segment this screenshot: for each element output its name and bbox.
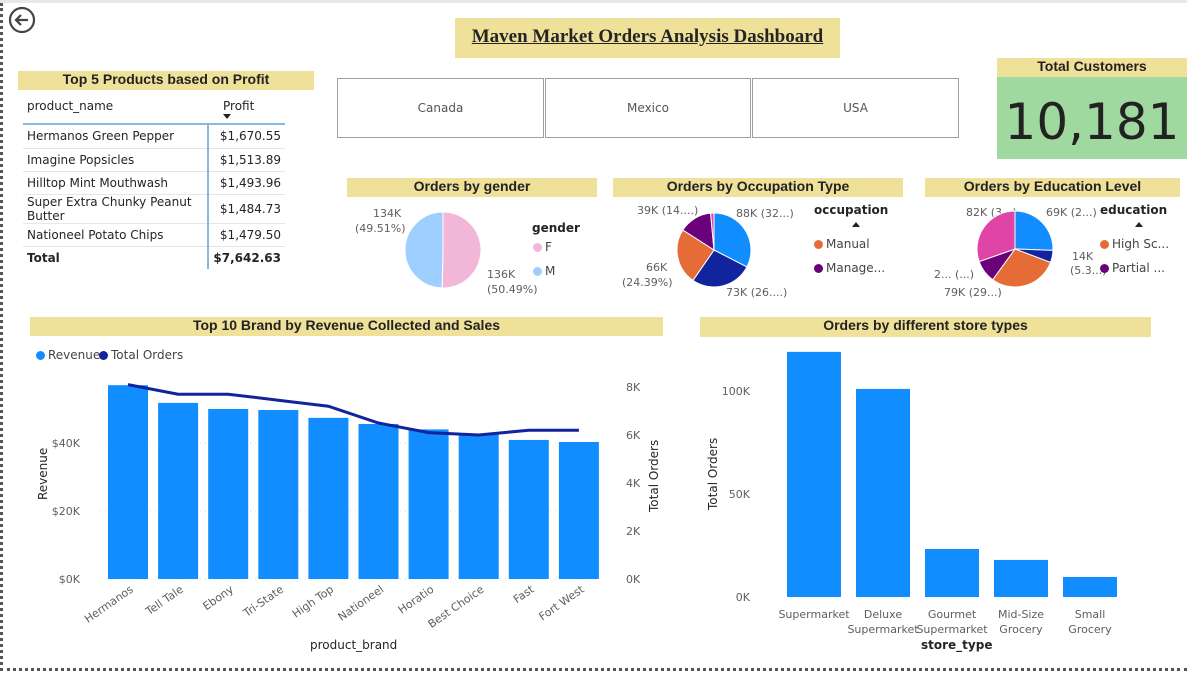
total-row: Total $7,642.63 [23, 246, 285, 269]
legend-label: Manual [826, 237, 870, 251]
occupation-legend-title: occupation [814, 203, 889, 217]
product-name-cell: Nationeel Potato Chips [23, 223, 209, 247]
slicer-usa[interactable]: USA [752, 78, 959, 138]
pie-label: 82K (3...) [966, 206, 1017, 219]
product-name-cell: Hermanos Green Pepper [23, 125, 209, 149]
brand-chart-title: Top 10 Brand by Revenue Collected and Sa… [30, 317, 663, 336]
pie-label: 14K [1072, 250, 1094, 263]
profit-cell: $1,670.55 [207, 125, 285, 149]
legend-label: High Sc... [1112, 237, 1170, 251]
pie-label: 39K (14....) [637, 204, 699, 217]
gender-legend-title: gender [532, 221, 580, 235]
legend-scroll-up-icon[interactable] [1135, 222, 1143, 227]
legend-dot-icon [814, 240, 823, 249]
total-customers-title: Total Customers [997, 58, 1187, 77]
pie-label: 136K [487, 268, 516, 281]
legend-f[interactable]: F [533, 240, 552, 254]
legend-manual[interactable]: Manual [814, 237, 870, 251]
profit-cell: $1,479.50 [207, 223, 285, 247]
education-pie-title: Orders by Education Level [925, 178, 1180, 197]
slicer-mexico[interactable]: Mexico [545, 78, 751, 138]
table-row[interactable]: Super Extra Chunky Peanut Butter $1,484.7… [23, 194, 285, 224]
legend-scroll-up-icon[interactable] [852, 222, 860, 227]
table-row[interactable]: Imagine Popsicles $1,513.89 [23, 148, 285, 172]
slicer-canada[interactable]: Canada [337, 78, 544, 138]
pie-label: 66K [646, 261, 668, 274]
pie-label: 79K (29...) [944, 286, 1002, 299]
sort-desc-icon [223, 114, 231, 119]
legend-label: Revenue [48, 348, 101, 362]
total-customers-value: 10,181 [997, 77, 1187, 159]
legend-revenue[interactable]: Revenue [36, 348, 100, 362]
profit-cell: $1,513.89 [207, 148, 285, 172]
pie-label: 69K (2...) [1046, 206, 1097, 219]
education-legend-title: education [1100, 203, 1168, 217]
legend-label: Manage... [826, 261, 886, 275]
legend-label: F [545, 240, 552, 254]
table-row[interactable]: Hilltop Mint Mouthwash $1,493.96 [23, 171, 285, 195]
pie-label: (24.39%) [622, 276, 673, 289]
legend-partial[interactable]: Partial ... [1100, 261, 1165, 275]
table-row[interactable]: Nationeel Potato Chips $1,479.50 [23, 223, 285, 247]
legend-dot-icon [36, 351, 45, 360]
top-products-table: Hermanos Green Pepper $1,670.55 Imagine Po… [23, 125, 285, 269]
pie-label: (50.49%) [487, 283, 538, 296]
legend-label: M [545, 264, 556, 278]
pie-label: 73K (26....) [726, 286, 788, 299]
col-product-name[interactable]: product_name [27, 99, 113, 113]
page-title: Maven Market Orders Analysis Dashboard [455, 18, 840, 58]
legend-dot-icon [1100, 240, 1109, 249]
total-value: $7,642.63 [207, 246, 285, 269]
legend-dot-icon [1100, 264, 1109, 273]
store-chart-title: Orders by different store types [700, 317, 1151, 337]
product-name-cell: Imagine Popsicles [23, 148, 209, 172]
product-name-cell: Hilltop Mint Mouthwash [23, 171, 209, 195]
occupation-pie-title: Orders by Occupation Type [613, 178, 903, 197]
legend-management[interactable]: Manage... [814, 261, 885, 275]
legend-dot-icon [533, 267, 542, 276]
legend-dot-icon [533, 243, 542, 252]
profit-cell: $1,493.96 [207, 171, 285, 195]
legend-dot-icon [814, 264, 823, 273]
pie-label: 2... (...) [934, 268, 975, 281]
pie-label: 88K (32...) [736, 207, 794, 220]
legend-total-orders[interactable]: Total Orders [99, 348, 183, 362]
pie-label: 134K [373, 207, 402, 220]
col-profit[interactable]: Profit [223, 99, 254, 113]
total-label: Total [27, 250, 60, 265]
legend-dot-icon [99, 351, 108, 360]
product-name-cell: Super Extra Chunky Peanut Butter [23, 194, 209, 224]
back-arrow-icon[interactable] [8, 6, 36, 34]
profit-cell: $1,484.73 [207, 194, 285, 224]
table-row[interactable]: Hermanos Green Pepper $1,670.55 [23, 125, 285, 149]
legend-m[interactable]: M [533, 264, 555, 278]
gender-pie-title: Orders by gender [347, 178, 597, 197]
legend-label: Partial ... [1112, 261, 1165, 275]
pie-label: (49.51%) [355, 222, 406, 235]
legend-label: Total Orders [111, 348, 184, 362]
top-products-title: Top 5 Products based on Profit [18, 71, 314, 90]
legend-high-school[interactable]: High Sc... [1100, 237, 1169, 251]
